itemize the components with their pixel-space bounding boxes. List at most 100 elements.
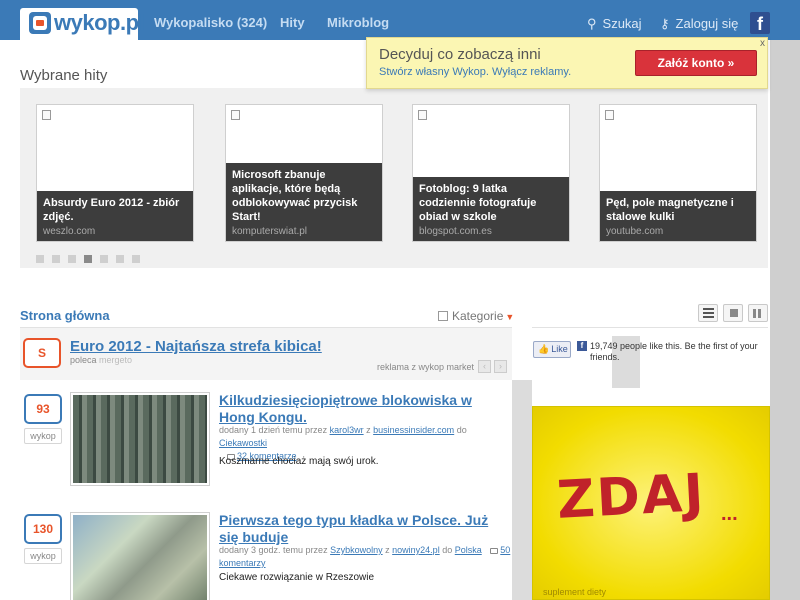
top-bar: wykop.pl Wykopalisko (324) Hity Mikroblo… [0,0,800,40]
sponsored-author[interactable]: mergeto [99,355,132,365]
nav-mikroblog[interactable]: Mikroblog [327,15,389,30]
hit-source: komputerswiat.pl [232,226,308,237]
entry-comments-count[interactable]: 50 [500,545,510,555]
sponsored-title[interactable]: Euro 2012 - Najtańsza strefa kibica! [70,338,322,355]
thumbnail-view-icon[interactable] [723,304,743,322]
hit-source: youtube.com [606,226,664,237]
hit-card[interactable]: Absurdy Euro 2012 - zbiór zdjęć. weszlo.… [36,104,194,242]
login-link[interactable]: ⚷ Zaloguj się [660,16,738,32]
hit-caption: Pęd, pole magnetyczne i stalowe kulki yo… [600,191,756,241]
carousel-dots [36,252,148,266]
logo-tab[interactable]: wykop.pl [20,8,145,40]
logo-icon [29,12,51,34]
divider-block [512,380,532,600]
grid-col [753,309,756,318]
thumb-square [730,309,738,317]
carousel-dot-active[interactable] [84,255,92,263]
entry-description: Ciekawe rozwiązanie w Rzeszowie [219,572,375,583]
divider [532,327,768,328]
hit-card[interactable]: Pęd, pole magnetyczne i stalowe kulki yo… [599,104,757,242]
thumbnail-image [73,515,207,600]
entry-to: do [456,425,467,435]
entry-thumbnail[interactable] [70,392,210,486]
sponsored-meta: poleca mergeto [70,355,132,365]
advertisement-banner[interactable]: ZDAJ ... suplement diety [532,406,770,600]
comment-icon [490,547,499,554]
carousel-dot[interactable] [36,255,44,263]
entry-title[interactable]: Pierwsza tego typu kładka w Polsce. Już … [219,512,511,546]
carousel-dot[interactable] [52,255,60,263]
search-icon: ⚲ [587,16,597,31]
entry-source[interactable]: businessinsider.com [373,425,454,435]
wykop-button[interactable]: wykop [24,428,62,444]
hit-source: weszlo.com [43,226,96,237]
broken-image-icon [231,110,240,120]
ad-footer: suplement diety [543,587,607,597]
carousel-dot[interactable] [116,255,124,263]
carousel-dot[interactable] [132,255,140,263]
hit-card[interactable]: Microsoft zbanuje aplikacje, które będą … [225,104,383,242]
vote-count[interactable]: 130 [24,514,62,544]
category-filter[interactable]: Kategorie ▼ [452,309,514,323]
nav-hity[interactable]: Hity [280,15,305,30]
thumbs-up-icon: 👍 [538,344,550,354]
entry-author[interactable]: karol3wr [330,425,364,435]
hits-title: Wybrane hity [20,67,108,84]
entry-meta: dodany 3 godz. temu przez Szybkowolny z … [219,544,511,570]
vote-count[interactable]: 93 [24,394,62,424]
wykop-button[interactable]: wykop [24,548,62,564]
promo-title: Decyduj co zobaczą inni [379,46,541,63]
search-label: Szukaj [602,16,642,31]
ad-label: reklama z wykop market [377,362,475,372]
next-arrow-icon[interactable]: › [494,360,507,373]
prev-arrow-icon[interactable]: ‹ [478,360,491,373]
list-line [703,316,714,318]
like-label: Like [551,344,568,354]
entry-comments-word[interactable]: komentarzy [219,558,266,568]
list-item: 93 wykop Kilkudziesięciopiętrowe blokowi… [20,390,512,490]
entry-category[interactable]: Polska [455,545,482,555]
nav-wykopalisko[interactable]: Wykopalisko (324) [154,15,267,30]
entry-from: z [366,425,371,435]
promo-subtitle[interactable]: Stwórz własny Wykop. Wyłącz reklamy. [379,66,571,78]
carousel-dot[interactable] [68,255,76,263]
list-line [703,308,714,310]
broken-image-icon [42,110,51,120]
entry-added: dodany 3 godz. temu przez [219,545,328,555]
hit-caption: Fotoblog: 9 latka codziennie fotografuje… [413,177,569,241]
search-link[interactable]: ⚲ Szukaj [587,16,642,32]
category-checkbox[interactable] [438,311,448,321]
login-label: Zaloguj się [675,16,739,31]
create-account-button[interactable]: Załóż konto » [635,50,757,76]
list-view-icon[interactable] [698,304,718,322]
hit-caption: Absurdy Euro 2012 - zbiór zdjęć. weszlo.… [37,191,193,241]
hit-card[interactable]: Fotoblog: 9 latka codziennie fotografuje… [412,104,570,242]
grid-view-icon[interactable] [748,304,768,322]
close-icon[interactable]: x [760,38,765,49]
thumbnail-image [73,395,207,483]
broken-image-icon [605,110,614,120]
facebook-like-button[interactable]: 👍 Like [533,341,571,358]
sponsored-badge[interactable]: S [23,338,61,368]
page-title[interactable]: Strona główna [20,308,110,323]
list-line [703,312,714,314]
entry-source[interactable]: nowiny24.pl [392,545,440,555]
hits-carousel: Absurdy Euro 2012 - zbiór zdjęć. weszlo.… [20,88,768,268]
entry-thumbnail[interactable] [70,512,210,600]
category-label: Kategorie [452,309,504,323]
signup-promo: Decyduj co zobaczą inni Stwórz własny Wy… [366,37,768,89]
logo-text: wykop.pl [54,10,145,35]
entry-to: do [442,545,453,555]
key-icon: ⚷ [660,16,670,31]
entry-author[interactable]: Szybkowolny [330,545,383,555]
sponsored-entry: S Euro 2012 - Najtańsza strefa kibica! p… [20,328,512,380]
hit-title: Fotoblog: 9 latka codziennie fotografuje… [419,183,537,223]
sponsored-meta-prefix: poleca [70,355,97,365]
entry-category[interactable]: Ciekawostki [219,438,267,448]
hit-title: Microsoft zbanuje aplikacje, które będą … [232,169,358,223]
entry-description: Koszmarne chociaż mają swój urok. [219,456,379,467]
entry-title[interactable]: Kilkudziesięciopiętrowe blokowiska w Hon… [219,392,511,426]
facebook-icon[interactable]: f [750,12,770,34]
carousel-dot[interactable] [100,255,108,263]
hit-source: blogspot.com.es [419,226,492,237]
